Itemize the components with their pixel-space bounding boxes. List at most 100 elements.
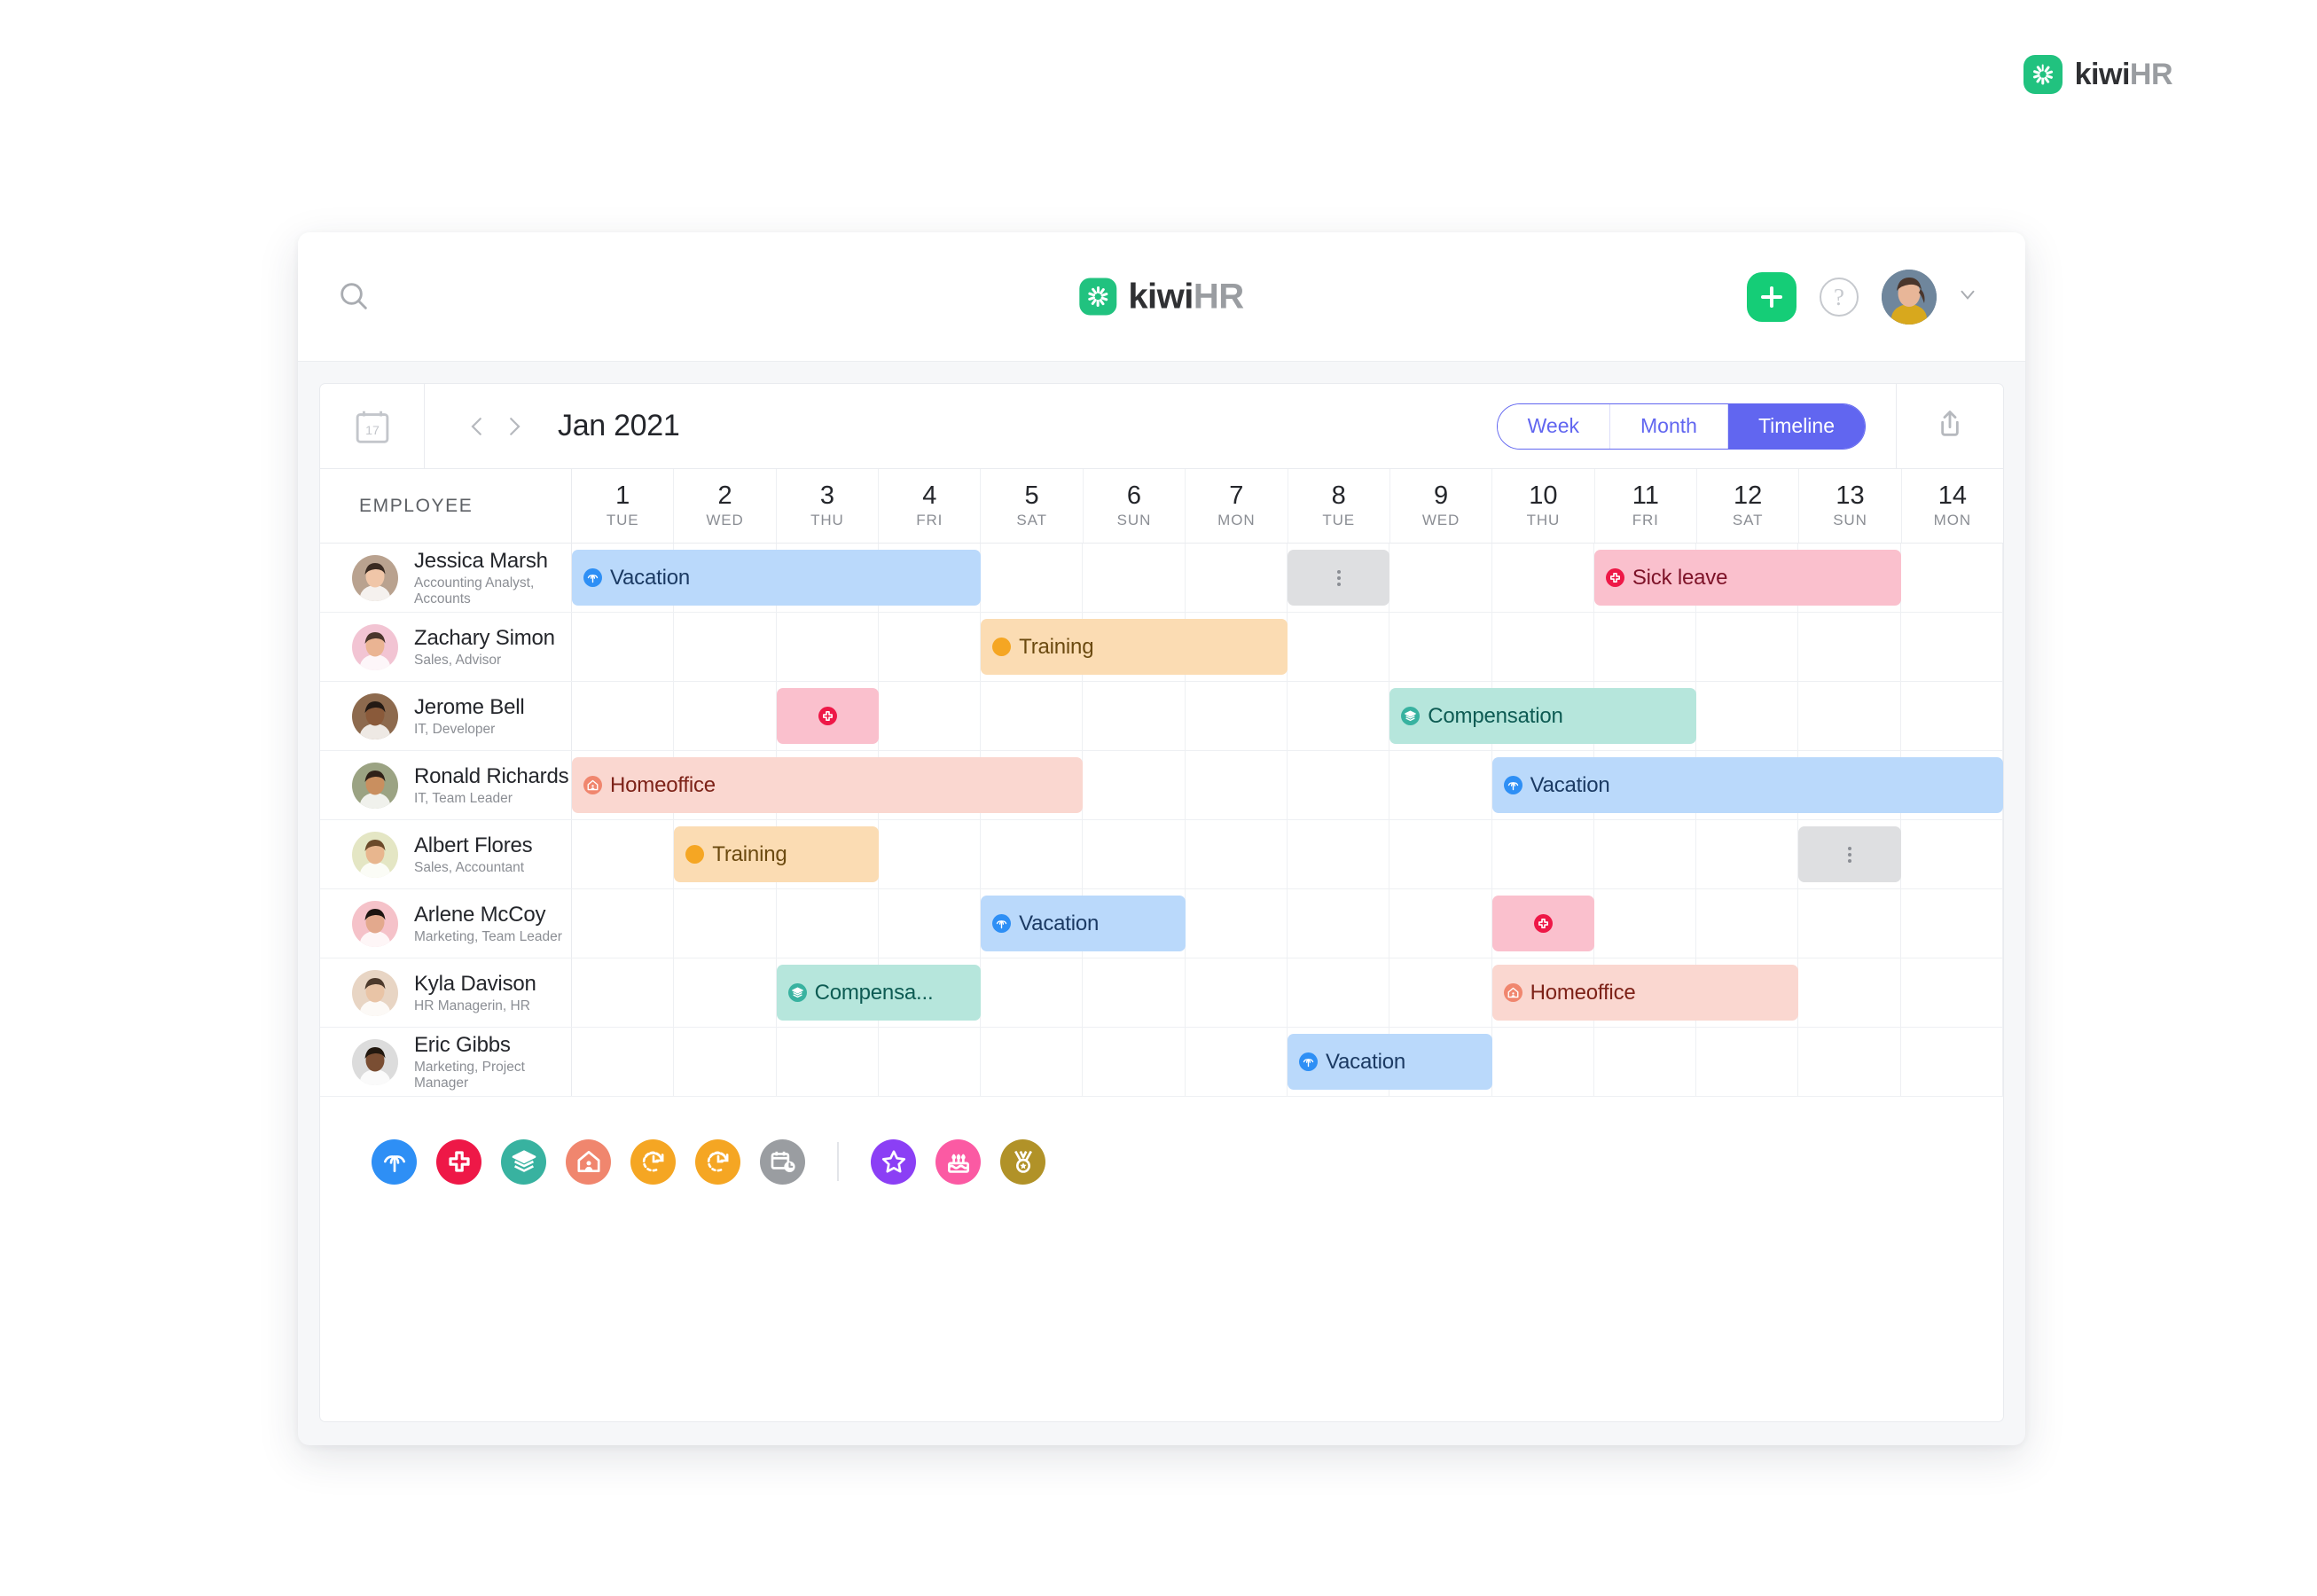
legend-clock-arrow-icon[interactable] (695, 1138, 740, 1185)
legend-medal-icon[interactable] (1000, 1138, 1045, 1185)
day-cell[interactable] (981, 544, 1084, 612)
event-sick[interactable] (776, 688, 879, 744)
day-cell[interactable] (879, 1028, 982, 1096)
day-cell[interactable] (1288, 682, 1390, 750)
day-cell[interactable] (1186, 682, 1288, 750)
employee-cell[interactable]: Albert Flores Sales, Accountant (320, 820, 572, 888)
day-cell[interactable] (1594, 889, 1697, 958)
day-cell[interactable] (1186, 544, 1288, 612)
day-cell[interactable] (1696, 820, 1799, 888)
day-cell[interactable] (1594, 613, 1697, 681)
day-cell[interactable] (1594, 1028, 1697, 1096)
day-cell[interactable] (1288, 613, 1390, 681)
day-cell[interactable] (1186, 1028, 1288, 1096)
day-cell[interactable] (1696, 682, 1799, 750)
event-homeoffice[interactable]: Homeoffice (1491, 965, 1799, 1021)
event-vacation[interactable]: Vacation (981, 896, 1186, 951)
table-row[interactable]: Albert Flores Sales, Accountant Training (320, 820, 2003, 889)
day-cell[interactable] (1798, 889, 1901, 958)
legend-palm-tree-icon[interactable] (372, 1138, 417, 1185)
export-cell[interactable] (1897, 384, 2003, 468)
event-homeoffice[interactable]: Homeoffice (572, 757, 1084, 813)
avatar[interactable] (352, 762, 398, 809)
day-cell[interactable] (777, 889, 879, 958)
chevron-down-icon[interactable] (1956, 283, 1979, 310)
day-cell[interactable] (1288, 751, 1390, 819)
legend-birthday-cake-icon[interactable] (935, 1138, 981, 1185)
day-cell[interactable] (1083, 544, 1186, 612)
day-cell[interactable] (1186, 958, 1288, 1027)
day-cell[interactable] (1083, 958, 1186, 1027)
table-row[interactable]: Eric Gibbs Marketing, Project Manager Va… (320, 1028, 2003, 1097)
help-button[interactable]: ? (1820, 277, 1859, 317)
day-cell[interactable] (572, 889, 675, 958)
day-cell[interactable] (777, 1028, 879, 1096)
day-cell[interactable] (879, 682, 982, 750)
event-sick[interactable] (1491, 896, 1594, 951)
event-placeholder[interactable] (1798, 826, 1901, 882)
avatar[interactable] (352, 969, 398, 1016)
day-cell[interactable] (1186, 889, 1288, 958)
tab-month[interactable]: Month (1610, 403, 1728, 449)
employee-cell[interactable]: Arlene McCoy Marketing, Team Leader (320, 889, 572, 958)
table-row[interactable]: Jessica Marsh Accounting Analyst, Accoun… (320, 544, 2003, 613)
table-row[interactable]: Kyla Davison HR Managerin, HR Compensa..… (320, 958, 2003, 1028)
day-cell[interactable] (1901, 682, 2003, 750)
day-cell[interactable] (1083, 751, 1186, 819)
day-cell[interactable] (674, 682, 777, 750)
header-logo[interactable]: kiwiHR (1079, 277, 1244, 317)
day-cell[interactable] (1288, 820, 1390, 888)
day-cell[interactable] (1083, 820, 1186, 888)
day-cell[interactable] (1492, 544, 1594, 612)
tab-timeline[interactable]: Timeline (1727, 403, 1865, 449)
day-cell[interactable] (879, 820, 982, 888)
day-cell[interactable] (572, 820, 675, 888)
kebab-menu-icon[interactable] (1848, 846, 1852, 863)
event-vacation[interactable]: Vacation (1288, 1034, 1492, 1090)
avatar[interactable] (1882, 269, 1937, 325)
legend-medical-cross-icon[interactable] (436, 1138, 481, 1185)
table-row[interactable]: Arlene McCoy Marketing, Team Leader Vaca… (320, 889, 2003, 958)
day-cell[interactable] (1389, 889, 1492, 958)
day-cell[interactable] (981, 1028, 1084, 1096)
calendar-icon-cell[interactable]: 17 (320, 384, 425, 468)
day-cell[interactable] (1901, 889, 2003, 958)
day-cell[interactable] (1389, 958, 1492, 1027)
day-cell[interactable] (981, 682, 1084, 750)
export-icon[interactable] (1932, 406, 1968, 446)
avatar[interactable] (352, 554, 398, 601)
day-cell[interactable] (879, 613, 982, 681)
day-cell[interactable] (1798, 958, 1901, 1027)
day-cell[interactable] (572, 958, 675, 1027)
day-cell[interactable] (674, 889, 777, 958)
day-cell[interactable] (1798, 682, 1901, 750)
day-cell[interactable] (572, 1028, 675, 1096)
table-row[interactable]: Jerome Bell IT, Developer Compensation (320, 682, 2003, 751)
day-cell[interactable] (1389, 544, 1492, 612)
day-cell[interactable] (1186, 820, 1288, 888)
event-sick[interactable]: Sick leave (1593, 550, 1901, 606)
legend-clock-arrow-icon[interactable] (630, 1138, 676, 1185)
avatar[interactable] (352, 1038, 398, 1085)
table-row[interactable]: Zachary Simon Sales, Advisor Training (320, 613, 2003, 682)
employee-cell[interactable]: Jessica Marsh Accounting Analyst, Accoun… (320, 544, 572, 612)
kebab-menu-icon[interactable] (1336, 569, 1341, 586)
employee-cell[interactable]: Zachary Simon Sales, Advisor (320, 613, 572, 681)
day-cell[interactable] (981, 820, 1084, 888)
day-cell[interactable] (1696, 1028, 1799, 1096)
day-cell[interactable] (777, 613, 879, 681)
day-cell[interactable] (572, 613, 675, 681)
day-cell[interactable] (572, 682, 675, 750)
avatar[interactable] (352, 831, 398, 878)
add-button[interactable] (1747, 271, 1796, 322)
employee-cell[interactable]: Kyla Davison HR Managerin, HR (320, 958, 572, 1027)
avatar[interactable] (352, 623, 398, 670)
day-cell[interactable] (674, 958, 777, 1027)
legend-star-icon[interactable] (871, 1138, 916, 1185)
day-cell[interactable] (1798, 1028, 1901, 1096)
day-cell[interactable] (1594, 820, 1697, 888)
avatar[interactable] (352, 900, 398, 947)
employee-cell[interactable]: Jerome Bell IT, Developer (320, 682, 572, 750)
legend-calendar-clock-icon[interactable] (760, 1138, 805, 1185)
day-cell[interactable] (1492, 613, 1594, 681)
